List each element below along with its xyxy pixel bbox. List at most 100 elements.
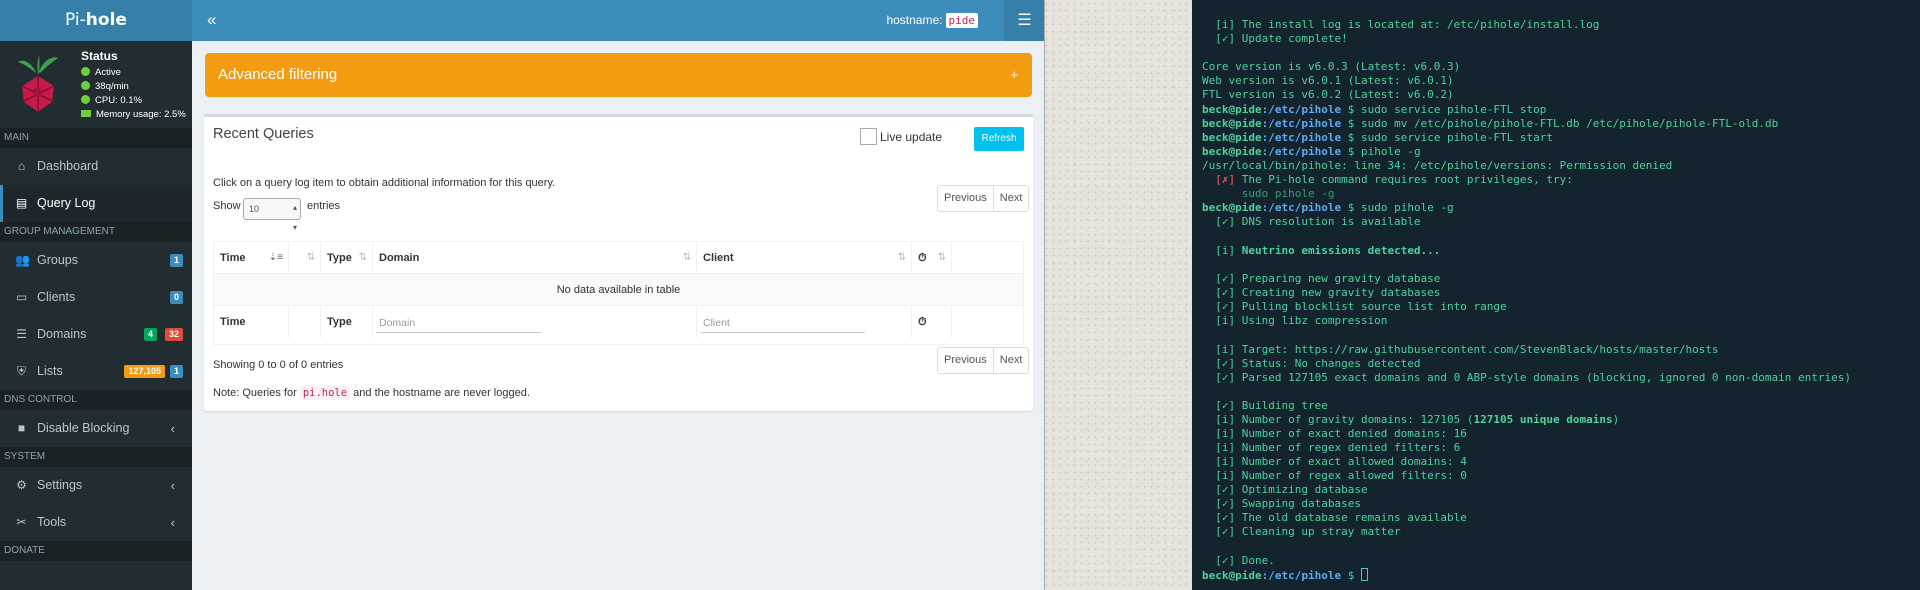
terminal-line: [✓] Pulling blocklist source list into r…	[1202, 300, 1507, 313]
live-update-toggle[interactable]: Live update	[860, 128, 942, 145]
pagination-bottom: Previous Next	[937, 347, 1030, 374]
col-status-header[interactable]: ⇅	[289, 242, 321, 274]
live-update-checkbox[interactable]	[860, 128, 877, 145]
terminal-line: FTL version is v6.0.2 (Latest: v6.0.2)	[1202, 88, 1454, 101]
sort-icon: ⇅	[682, 252, 691, 263]
previous-button[interactable]: Previous	[938, 186, 993, 211]
sidebar-item-disable-blocking[interactable]: ■ Disable Blocking ‹	[0, 410, 192, 447]
terminal-line: [✓] Parsed 127105 exact domains and 0 AB…	[1202, 371, 1852, 384]
recent-queries-card: Recent Queries Live update Refresh Click…	[204, 114, 1033, 411]
plus-icon[interactable]: +	[1010, 53, 1018, 96]
terminal-prompt-line: beck@pide:/etc/pihole $ sudo pihole -g	[1202, 201, 1454, 214]
terminal-window[interactable]: [i] The install log is located at: /etc/…	[1192, 0, 1920, 590]
terminal-prompt-line: beck@pide:/etc/pihole $ sudo service pih…	[1202, 103, 1547, 116]
terminal-line: Core version is v6.0.3 (Latest: v6.0.3)	[1202, 60, 1461, 73]
terminal-line: [✓] The old database remains available	[1202, 511, 1467, 524]
rate-dot-icon	[81, 81, 90, 90]
advanced-filtering-box[interactable]: Advanced filtering +	[205, 53, 1032, 97]
terminal-line: [✓] Cleaning up stray matter	[1202, 525, 1401, 538]
tools-icon: ✂	[16, 515, 27, 529]
list-icon: ☰	[16, 327, 27, 341]
sidebar-item-tools[interactable]: ✂ Tools ‹	[0, 504, 192, 541]
terminal-line: [✗] The Pi-hole command requires root pr…	[1215, 173, 1573, 186]
col-domain-header[interactable]: Domain ⇅	[373, 242, 697, 274]
previous-button[interactable]: Previous	[938, 348, 993, 373]
sort-icon: ⇅	[897, 252, 906, 263]
terminal-line: [i] Number of regex allowed filters: 0	[1202, 469, 1467, 482]
showing-entries-text: Showing 0 to 0 of 0 entries	[213, 359, 344, 371]
terminal-line: [✓] Update complete!	[1202, 32, 1348, 45]
next-button[interactable]: Next	[992, 186, 1029, 211]
privacy-note: Note: Queries for pi.hole and the hostna…	[213, 386, 530, 400]
sort-icon: ⇅	[937, 252, 946, 263]
stop-icon: ■	[17, 421, 26, 435]
terminal-line: [i] Target: https://raw.githubuserconten…	[1202, 343, 1719, 356]
hint-text: Click on a query log item to obtain addi…	[213, 177, 556, 189]
terminal-line: [i] Number of gravity domains: 127105 (1…	[1202, 413, 1620, 426]
users-icon: 👥	[15, 253, 30, 267]
sidebar-item-clients[interactable]: ▭ Clients 0	[0, 279, 192, 316]
foot-status	[289, 306, 321, 338]
domains-allowed-badge: 4	[143, 328, 157, 341]
entries-select[interactable]: 10 ▴ ▾	[243, 198, 301, 232]
clients-badge: 0	[169, 291, 183, 304]
terminal-line: [i] Using libz compression	[1202, 314, 1388, 327]
status-panel: Status Active 38q/min CPU: 0.1% Memory u…	[0, 41, 192, 128]
chevron-left-icon: ‹	[170, 515, 175, 530]
terminal-prompt-line: beck@pide:/etc/pihole $ sudo mv /etc/pih…	[1202, 117, 1779, 130]
foot-client: Client	[697, 306, 912, 338]
col-client-header[interactable]: Client ⇅	[697, 242, 912, 274]
section-system: SYSTEM	[0, 447, 192, 467]
sidebar-item-dashboard[interactable]: ⌂ Dashboard	[0, 148, 192, 185]
col-type-header[interactable]: Type ⇅	[321, 242, 373, 274]
terminal-prompt-line[interactable]: beck@pide:/etc/pihole $	[1202, 568, 1368, 582]
sort-desc-icon: ⇣≡	[268, 252, 283, 263]
col-time-header[interactable]: Time ⇣≡	[214, 242, 289, 274]
entries-label: entries	[307, 200, 341, 212]
pihole-logo[interactable]: Pi-hole	[0, 0, 192, 41]
terminal-line: Web version is v6.0.1 (Latest: v6.0.1)	[1202, 74, 1454, 87]
status-rate: 38q/min	[81, 81, 129, 92]
refresh-button[interactable]: Refresh	[974, 127, 1024, 151]
stopwatch-icon: ⏱	[918, 316, 927, 328]
terminal-line: [✓] Creating new gravity databases	[1202, 286, 1441, 299]
domain-filter-input[interactable]: Domain	[376, 315, 541, 333]
cogs-icon: ⚙	[16, 478, 27, 492]
lists-domains-badge: 127,105	[124, 365, 165, 378]
select-arrows-icon: ▴ ▾	[292, 203, 297, 232]
col-duration-header[interactable]: ⏱ ⇅	[912, 242, 952, 274]
sidebar-item-groups[interactable]: 👥 Groups 1	[0, 242, 192, 279]
laptop-icon: ▭	[15, 290, 28, 304]
sidebar-item-domains[interactable]: ☰ Domains 4 32	[0, 316, 192, 353]
table-header-row: Time ⇣≡ ⇅ Type ⇅ Domain ⇅ Client ⇅ ⏱ ⇅	[214, 242, 1023, 274]
next-button[interactable]: Next	[992, 348, 1029, 373]
client-filter-input[interactable]: Client	[700, 315, 865, 333]
status-cpu: CPU: 0.1%	[81, 95, 142, 106]
sidebar-item-query-log[interactable]: ▤ Query Log	[0, 185, 192, 222]
cpu-dot-icon	[81, 95, 90, 104]
collapse-sidebar-icon[interactable]: «	[207, 10, 216, 30]
memory-icon	[81, 110, 91, 117]
sort-icon: ⇅	[306, 252, 315, 263]
status-memory: Memory usage: 2.5%	[81, 109, 186, 120]
status-active: Active	[81, 67, 121, 78]
terminal-line: [i] Number of regex denied filters: 6	[1202, 441, 1461, 454]
error-mark: [✗]	[1215, 173, 1236, 186]
foot-type: Type	[321, 306, 373, 338]
card-title: Recent Queries	[213, 126, 314, 142]
section-group-management: GROUP MANAGEMENT	[0, 222, 192, 242]
section-main: MAIN	[0, 128, 192, 148]
terminal-line: [i] Number of exact denied domains: 16	[1202, 427, 1467, 440]
home-icon: ⌂	[17, 159, 26, 173]
terminal-line: [✓] Optimizing database	[1202, 483, 1368, 496]
sidebar-item-lists[interactable]: ⛨ Lists 127,105 1	[0, 353, 192, 390]
browser-window: Pi-hole Status Active 38q/min CPU: 0.1% …	[0, 0, 1045, 590]
menu-icon[interactable]: ☰	[1004, 0, 1044, 41]
sidebar-item-settings[interactable]: ⚙ Settings ‹	[0, 467, 192, 504]
terminal-cursor	[1360, 568, 1368, 581]
chevron-left-icon: ‹	[170, 421, 175, 436]
pihole-code: pi.hole	[299, 386, 351, 400]
sort-icon: ⇅	[358, 252, 367, 263]
empty-table-message: No data available in table	[556, 284, 681, 296]
section-donate: DONATE	[0, 541, 192, 561]
